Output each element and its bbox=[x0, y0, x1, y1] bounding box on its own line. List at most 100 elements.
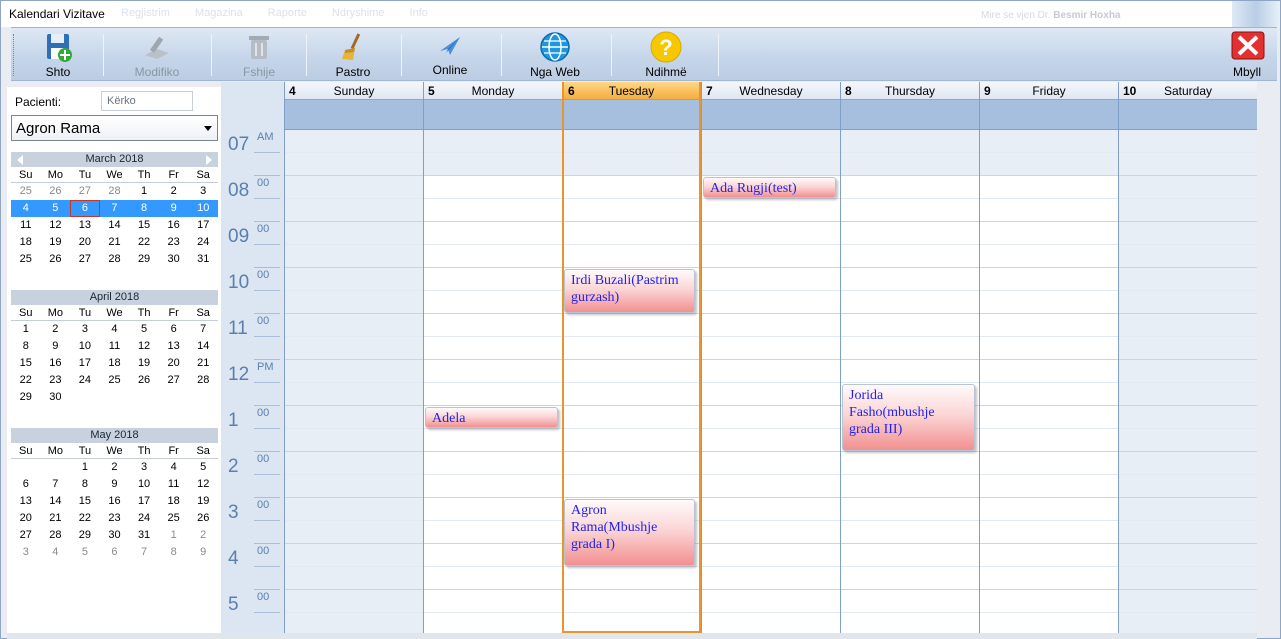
calendar-day[interactable]: 17 bbox=[70, 355, 100, 372]
time-slot[interactable] bbox=[564, 429, 699, 452]
time-slot[interactable] bbox=[1119, 291, 1257, 314]
time-slot[interactable] bbox=[980, 199, 1118, 222]
time-slot[interactable] bbox=[702, 406, 840, 429]
appointment-block[interactable]: Agron Rama(Mbushje grada I) bbox=[564, 499, 695, 566]
appointment-block[interactable]: Adela bbox=[425, 407, 558, 428]
time-slot[interactable] bbox=[564, 153, 699, 176]
time-slot[interactable] bbox=[1119, 475, 1257, 498]
calendar-day[interactable]: 14 bbox=[41, 493, 71, 510]
calendar-day[interactable]: 23 bbox=[159, 234, 189, 251]
time-slot[interactable] bbox=[424, 452, 562, 475]
time-slot[interactable] bbox=[841, 130, 979, 153]
time-slot[interactable] bbox=[1119, 199, 1257, 222]
time-slot[interactable] bbox=[285, 222, 423, 245]
time-slot[interactable] bbox=[980, 176, 1118, 199]
calendar-day[interactable]: 3 bbox=[129, 459, 159, 476]
time-slot[interactable] bbox=[1119, 544, 1257, 567]
search-input[interactable] bbox=[101, 91, 193, 111]
time-slot[interactable] bbox=[424, 130, 562, 153]
calendar-day[interactable]: 12 bbox=[41, 217, 71, 234]
day-header[interactable]: 6 Tuesday bbox=[564, 82, 699, 100]
calendar-day[interactable]: 5 bbox=[40, 200, 71, 217]
calendar-day[interactable]: 12 bbox=[188, 476, 218, 493]
time-slot[interactable] bbox=[702, 245, 840, 268]
time-slot[interactable] bbox=[285, 475, 423, 498]
time-slot[interactable] bbox=[841, 337, 979, 360]
calendar-day[interactable]: 29 bbox=[70, 527, 100, 544]
time-slot[interactable] bbox=[702, 590, 840, 613]
calendar-day[interactable]: 6 bbox=[159, 321, 189, 338]
time-slot[interactable] bbox=[702, 291, 840, 314]
time-slot[interactable] bbox=[1119, 521, 1257, 544]
time-slot[interactable] bbox=[980, 291, 1118, 314]
time-slot[interactable] bbox=[424, 360, 562, 383]
time-slot[interactable] bbox=[1119, 176, 1257, 199]
time-slot[interactable] bbox=[564, 383, 699, 406]
time-slot[interactable] bbox=[564, 176, 699, 199]
time-slot[interactable] bbox=[285, 130, 423, 153]
calendar-day[interactable]: 17 bbox=[188, 217, 218, 234]
calendar-day[interactable]: 9 bbox=[158, 200, 189, 217]
day-header[interactable]: 10 Saturday bbox=[1119, 82, 1257, 100]
calendar-day[interactable]: 20 bbox=[70, 234, 100, 251]
calendar-day[interactable]: 20 bbox=[159, 355, 189, 372]
time-slot[interactable] bbox=[841, 199, 979, 222]
time-slot[interactable] bbox=[841, 544, 979, 567]
calendar-day[interactable]: 22 bbox=[11, 372, 41, 389]
add-button[interactable]: Shto bbox=[37, 30, 79, 80]
time-slot[interactable] bbox=[564, 567, 699, 590]
calendar-day[interactable]: 10 bbox=[188, 200, 218, 217]
delete-button[interactable]: Fshije bbox=[239, 30, 279, 80]
calendar-day[interactable]: 3 bbox=[11, 544, 41, 561]
clean-button[interactable]: Pastro bbox=[331, 30, 375, 80]
time-slot[interactable] bbox=[980, 521, 1118, 544]
time-slot[interactable] bbox=[1119, 429, 1257, 452]
calendar-day[interactable]: 22 bbox=[70, 510, 100, 527]
calendar-day[interactable]: 19 bbox=[41, 234, 71, 251]
time-slot[interactable] bbox=[702, 268, 840, 291]
time-slot[interactable] bbox=[285, 291, 423, 314]
calendar-day[interactable]: 3 bbox=[70, 321, 100, 338]
calendar-day[interactable]: 3 bbox=[188, 183, 218, 200]
time-slot[interactable] bbox=[980, 590, 1118, 613]
calendar-day[interactable]: 4 bbox=[41, 544, 71, 561]
calendar-day[interactable]: 7 bbox=[129, 544, 159, 561]
time-slot[interactable] bbox=[285, 521, 423, 544]
time-slot[interactable] bbox=[702, 337, 840, 360]
calendar-day[interactable]: 1 bbox=[159, 527, 189, 544]
time-slot[interactable] bbox=[285, 199, 423, 222]
calendar-day[interactable]: 1 bbox=[70, 459, 100, 476]
time-slot[interactable] bbox=[424, 268, 562, 291]
calendar-day[interactable]: 29 bbox=[129, 251, 159, 268]
calendar-day[interactable]: 8 bbox=[129, 200, 159, 217]
time-slot[interactable] bbox=[980, 153, 1118, 176]
time-slot[interactable] bbox=[564, 452, 699, 475]
time-slot[interactable] bbox=[1119, 268, 1257, 291]
calendar-day[interactable]: 13 bbox=[70, 217, 100, 234]
calendar-day[interactable]: 31 bbox=[188, 251, 218, 268]
calendar-day[interactable]: 2 bbox=[41, 321, 71, 338]
calendar-day[interactable]: 26 bbox=[41, 183, 71, 200]
time-slot[interactable] bbox=[285, 337, 423, 360]
calendar-day[interactable]: 8 bbox=[159, 544, 189, 561]
time-slot[interactable] bbox=[564, 130, 699, 153]
calendar-day[interactable]: 14 bbox=[188, 338, 218, 355]
calendar-day[interactable]: 25 bbox=[11, 251, 41, 268]
time-slot[interactable] bbox=[980, 360, 1118, 383]
calendar-day[interactable]: 19 bbox=[129, 355, 159, 372]
calendar-day[interactable]: 6 bbox=[11, 476, 41, 493]
time-slot[interactable] bbox=[1119, 130, 1257, 153]
chevron-down-icon[interactable] bbox=[204, 126, 212, 131]
time-slot[interactable] bbox=[702, 567, 840, 590]
time-slot[interactable] bbox=[702, 199, 840, 222]
time-slot[interactable] bbox=[564, 590, 699, 613]
calendar-day[interactable]: 8 bbox=[70, 476, 100, 493]
calendar-day[interactable]: 14 bbox=[100, 217, 130, 234]
time-slot[interactable] bbox=[424, 521, 562, 544]
time-slot[interactable] bbox=[702, 383, 840, 406]
time-slot[interactable] bbox=[564, 475, 699, 498]
close-button[interactable]: Mbyll bbox=[1225, 30, 1269, 80]
time-slot[interactable] bbox=[424, 314, 562, 337]
time-slot[interactable] bbox=[1119, 360, 1257, 383]
calendar-day[interactable]: 9 bbox=[100, 476, 130, 493]
